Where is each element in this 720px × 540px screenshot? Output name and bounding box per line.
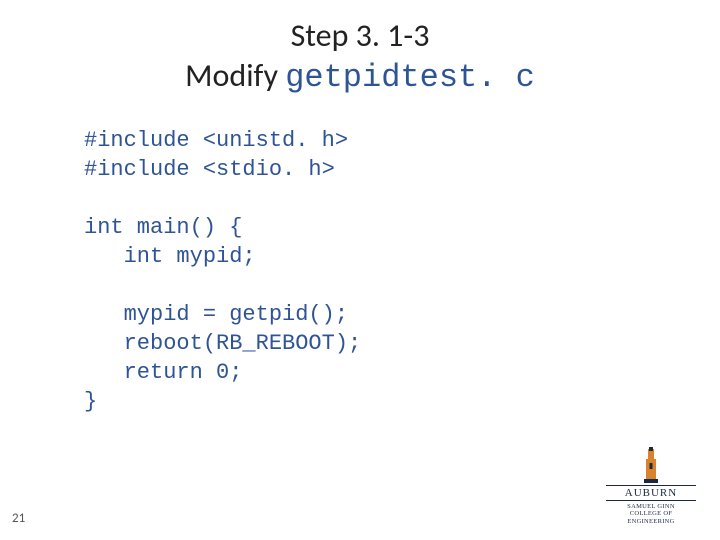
- slide: Step 3. 1-3 Modify getpidtest. c #includ…: [0, 0, 720, 540]
- code-line: }: [84, 389, 97, 414]
- code-line: #include <stdio. h>: [84, 157, 335, 182]
- code-line: int mypid;: [84, 244, 256, 269]
- code-line: #include <unistd. h>: [84, 128, 348, 153]
- title-step: Step 3. 1-3: [0, 16, 720, 56]
- title-filename: getpidtest. c: [285, 59, 535, 96]
- title-modify-line: Modify getpidtest. c: [0, 56, 720, 98]
- title-modify-prefix: Modify: [185, 56, 285, 95]
- code-line: return 0;: [84, 360, 242, 385]
- logo-sub2: COLLEGE OF ENGINEERING: [606, 510, 696, 526]
- page-number: 21: [12, 511, 25, 526]
- logo-university: AUBURN: [606, 485, 696, 501]
- code-line: mypid = getpid();: [84, 302, 348, 327]
- code-line: reboot(RB_REBOOT);: [84, 331, 361, 356]
- tower-icon: [640, 447, 662, 483]
- code-line: int main() {: [84, 215, 242, 240]
- slide-title: Step 3. 1-3 Modify getpidtest. c: [0, 16, 720, 98]
- logo-sub1: SAMUEL GINN: [606, 503, 696, 511]
- auburn-logo: AUBURN SAMUEL GINN COLLEGE OF ENGINEERIN…: [606, 447, 696, 526]
- code-block: #include <unistd. h> #include <stdio. h>…: [84, 126, 361, 416]
